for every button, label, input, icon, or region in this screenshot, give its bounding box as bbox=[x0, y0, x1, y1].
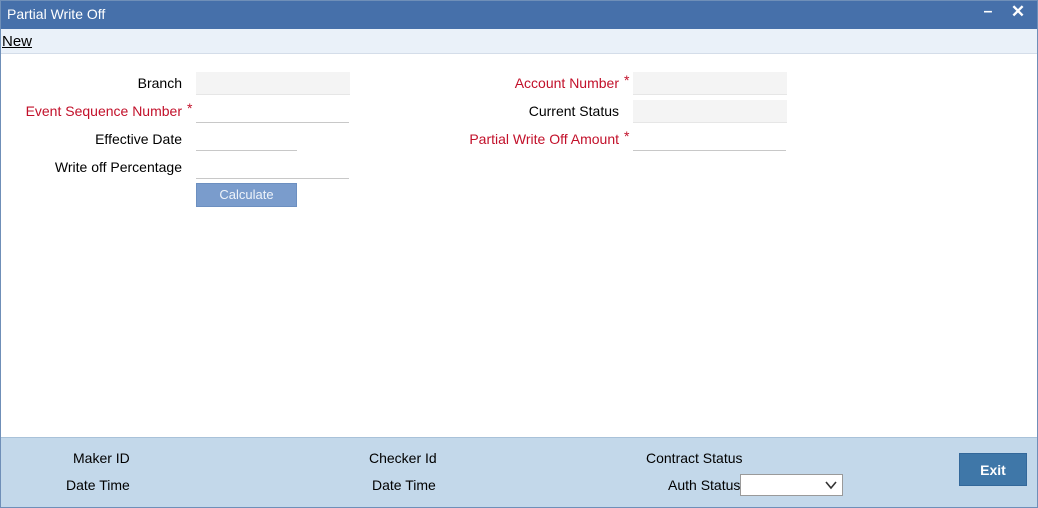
auth-status-select[interactable] bbox=[740, 474, 843, 496]
exit-button[interactable]: Exit bbox=[959, 453, 1027, 486]
close-icon[interactable]: ✕ bbox=[1008, 2, 1028, 24]
write-off-percentage-field[interactable] bbox=[196, 156, 349, 179]
chevron-down-icon bbox=[825, 481, 837, 490]
current-status-label: Current Status bbox=[528, 103, 619, 119]
branch-label: Branch bbox=[137, 75, 182, 91]
required-marker: * bbox=[624, 72, 630, 88]
checker-date-time-label: Date Time bbox=[372, 477, 436, 493]
required-marker: * bbox=[187, 100, 193, 116]
contract-status-label: Contract Status bbox=[646, 450, 743, 466]
account-number-label: Account Number bbox=[514, 75, 619, 91]
new-link[interactable]: New bbox=[2, 33, 32, 50]
event-sequence-number-field[interactable] bbox=[196, 100, 349, 123]
effective-date-field[interactable] bbox=[196, 128, 297, 151]
required-marker: * bbox=[624, 128, 630, 144]
maker-date-time-label: Date Time bbox=[66, 477, 130, 493]
auth-status-label: Auth Status bbox=[668, 477, 741, 493]
account-number-field[interactable] bbox=[633, 72, 787, 95]
window-title: Partial Write Off bbox=[7, 6, 106, 22]
partial-write-off-amount-field[interactable] bbox=[633, 128, 786, 151]
event-sequence-number-label: Event Sequence Number bbox=[25, 103, 182, 119]
partial-write-off-amount-label: Partial Write Off Amount bbox=[469, 131, 619, 147]
partial-write-off-window: Partial Write Off – ✕ New Branch Event S… bbox=[0, 0, 1038, 508]
title-bar: Partial Write Off – ✕ bbox=[1, 1, 1037, 29]
audit-footer: Maker ID Date Time Checker Id Date Time … bbox=[1, 437, 1037, 507]
maker-id-label: Maker ID bbox=[73, 450, 130, 466]
effective-date-label: Effective Date bbox=[95, 131, 182, 147]
current-status-field bbox=[633, 100, 787, 123]
toolbar: New bbox=[1, 29, 1037, 54]
calculate-button[interactable]: Calculate bbox=[196, 183, 297, 207]
write-off-percentage-label: Write off Percentage bbox=[54, 159, 182, 175]
branch-field[interactable] bbox=[196, 72, 350, 95]
minimize-icon[interactable]: – bbox=[978, 3, 998, 25]
checker-id-label: Checker Id bbox=[369, 450, 437, 466]
